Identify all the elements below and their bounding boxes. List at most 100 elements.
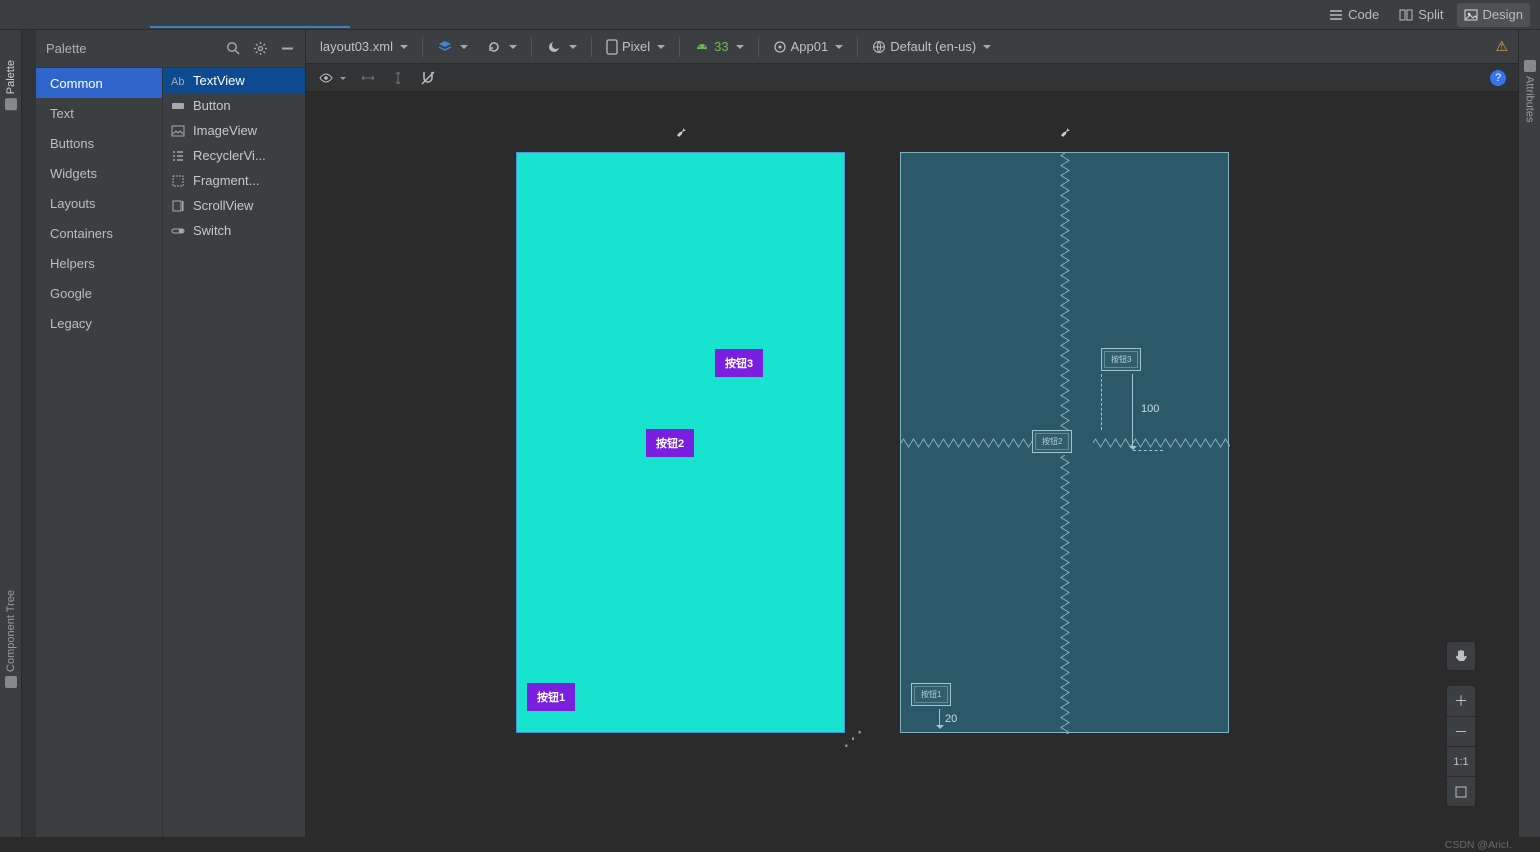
locale-selector[interactable]: Default (en-us): [868, 37, 995, 56]
palette-item-fragment[interactable]: Fragment...: [163, 168, 305, 193]
visibility-icon[interactable]: [318, 70, 334, 86]
blueprint-button-3[interactable]: 按钮3: [1101, 348, 1141, 371]
blueprint-button-label: 按钮1: [921, 689, 941, 700]
file-selector[interactable]: layout03.xml: [316, 37, 412, 56]
view-code-label: Code: [1348, 7, 1379, 22]
palette-cat-label: Buttons: [50, 136, 94, 151]
palette-cat-widgets[interactable]: Widgets: [36, 158, 162, 188]
rail-palette-tab[interactable]: Palette: [5, 60, 17, 110]
rail-component-tree-label: Component Tree: [5, 590, 17, 672]
design-image-icon: [1464, 8, 1478, 22]
palette-header: Palette: [36, 30, 305, 68]
palette-cat-containers[interactable]: Containers: [36, 218, 162, 248]
design-surface-dropdown[interactable]: [433, 37, 472, 57]
palette-cat-text[interactable]: Text: [36, 98, 162, 128]
split-pane-icon: [1399, 8, 1413, 22]
device-selector[interactable]: Pixel: [602, 37, 669, 57]
help-icon[interactable]: ?: [1490, 70, 1506, 86]
zoom-fit-button[interactable]: [1446, 776, 1476, 806]
list-icon: [171, 149, 185, 163]
vertical-expand-icon[interactable]: [390, 70, 406, 86]
toolbar-separator: [758, 37, 759, 57]
view-split-label: Split: [1418, 7, 1443, 22]
design-preview-surface[interactable]: 按钮3 按钮2 按钮1: [516, 152, 845, 733]
palette-cat-label: Legacy: [50, 316, 92, 331]
view-design-button[interactable]: Design: [1457, 3, 1530, 27]
constraint-guide-dashed: [1101, 374, 1102, 430]
globe-icon: [872, 40, 886, 54]
horizontal-expand-icon[interactable]: [360, 70, 376, 86]
view-code-button[interactable]: Code: [1322, 3, 1386, 27]
warning-icon[interactable]: ⚠: [1495, 38, 1508, 55]
palette-item-label: RecyclerVi...: [193, 148, 266, 163]
toolbar-separator: [679, 37, 680, 57]
palette-item-label: Switch: [193, 223, 231, 238]
zoom-in-button[interactable]: ＋: [1446, 686, 1476, 716]
blueprint-button-label: 按钮2: [1042, 436, 1062, 447]
theme-selector-label: App01: [791, 39, 829, 54]
design-area: layout03.xml Pixel 33: [306, 30, 1518, 837]
palette-cat-label: Containers: [50, 226, 113, 241]
palette-item-recyclerview[interactable]: RecyclerVi...: [163, 143, 305, 168]
minimize-icon[interactable]: [280, 41, 295, 56]
zoom-reset-button[interactable]: 1:1: [1446, 746, 1476, 776]
constraint-guide-dashed: [1133, 450, 1163, 451]
palette-cat-label: Helpers: [50, 256, 95, 271]
canvas-zone[interactable]: 按钮3 按钮2 按钮1 ⋰ 按钮2: [306, 92, 1518, 837]
fragment-icon: [171, 174, 185, 188]
orientation-dropdown[interactable]: [482, 37, 521, 57]
resize-handle-icon[interactable]: ⋰: [843, 726, 863, 751]
rail-component-tree-tab[interactable]: Component Tree: [5, 590, 17, 688]
palette-item-button[interactable]: Button: [163, 93, 305, 118]
blueprint-button-1[interactable]: 按钮1: [911, 683, 951, 706]
rail-attributes-tab[interactable]: Attributes: [1524, 60, 1536, 122]
toolbar-separator: [591, 37, 592, 57]
search-icon[interactable]: [226, 41, 241, 56]
api-level-label: 33: [714, 39, 728, 54]
palette-cat-common[interactable]: Common: [36, 68, 162, 98]
constraint-spring: [1093, 438, 1230, 448]
locale-selector-label: Default (en-us): [890, 39, 976, 54]
zoom-out-button[interactable]: －: [1446, 716, 1476, 746]
left-tool-rail: Palette Component Tree: [0, 30, 22, 837]
preview-button-2[interactable]: 按钮2: [646, 429, 694, 457]
left-gutter: [22, 30, 36, 837]
palette-item-imageview[interactable]: ImageView: [163, 118, 305, 143]
view-design-label: Design: [1483, 7, 1523, 22]
palette-item-label: TextView: [193, 73, 245, 88]
palette-item-textview[interactable]: Ab TextView: [163, 68, 305, 93]
palette-header-actions: [226, 41, 295, 56]
tree-rail-icon: [5, 676, 17, 688]
theme-selector[interactable]: App01: [769, 37, 848, 56]
gear-icon[interactable]: [253, 41, 268, 56]
palette-item-label: ImageView: [193, 123, 257, 138]
preview-button-3[interactable]: 按钮3: [715, 349, 763, 377]
palette-cat-buttons[interactable]: Buttons: [36, 128, 162, 158]
design-toolbar: layout03.xml Pixel 33: [306, 30, 1518, 64]
palette-item-scrollview[interactable]: ScrollView: [163, 193, 305, 218]
blueprint-button-2[interactable]: 按钮2: [1032, 430, 1072, 453]
palette-cat-google[interactable]: Google: [36, 278, 162, 308]
phone-icon: [606, 39, 618, 55]
palette-categories: Common Text Buttons Widgets Layouts Cont…: [36, 68, 162, 837]
view-split-button[interactable]: Split: [1392, 3, 1450, 27]
palette-cat-layouts[interactable]: Layouts: [36, 188, 162, 218]
palette-cat-label: Google: [50, 286, 92, 301]
device-options-icon[interactable]: [675, 127, 687, 141]
device-options-icon[interactable]: [1059, 127, 1071, 141]
magnet-off-icon[interactable]: [420, 70, 436, 86]
night-mode-dropdown[interactable]: [542, 37, 581, 57]
blueprint-surface[interactable]: 按钮2 按钮3 100: [900, 152, 1229, 733]
switch-icon: [171, 224, 185, 238]
palette-cat-label: Widgets: [50, 166, 97, 181]
preview-button-1[interactable]: 按钮1: [527, 683, 575, 711]
palette-cat-legacy[interactable]: Legacy: [36, 308, 162, 338]
palette-item-switch[interactable]: Switch: [163, 218, 305, 243]
chevron-down-icon[interactable]: [340, 77, 346, 83]
layers-icon: [437, 39, 453, 55]
right-tool-rail: Attributes: [1518, 30, 1540, 837]
pan-tool-button[interactable]: [1446, 641, 1476, 671]
palette-cat-helpers[interactable]: Helpers: [36, 248, 162, 278]
android-icon: [694, 40, 710, 54]
api-selector[interactable]: 33: [690, 37, 747, 56]
